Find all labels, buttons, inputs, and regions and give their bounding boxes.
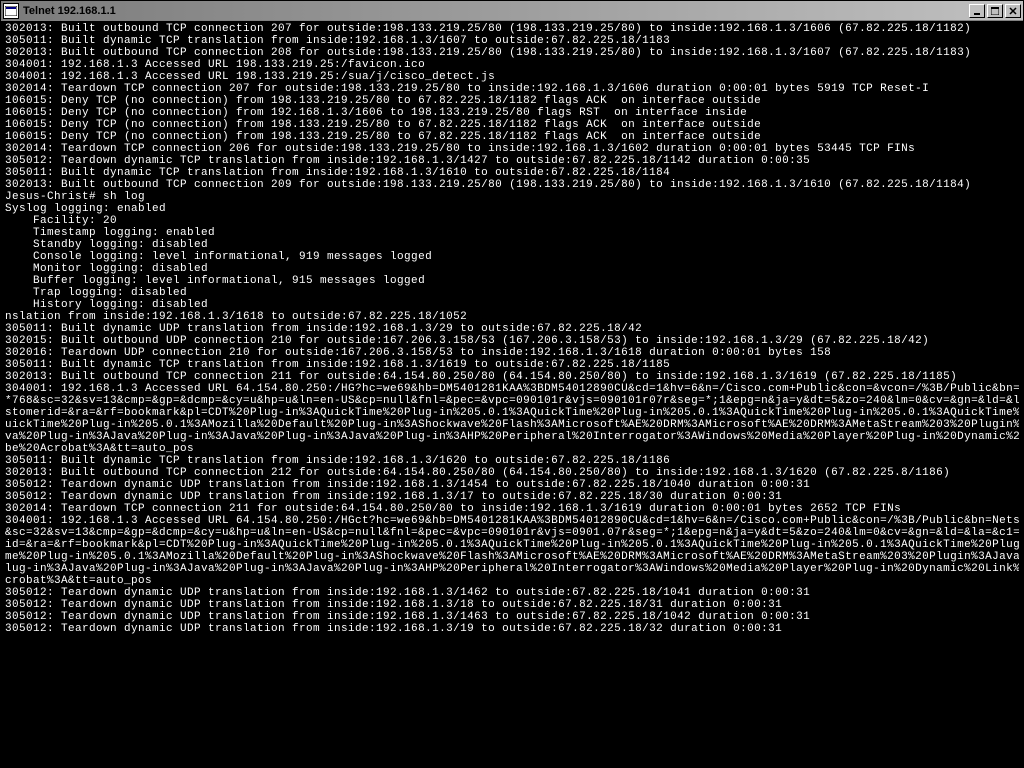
terminal-line: 305012: Teardown dynamic UDP translation… <box>5 611 1019 623</box>
terminal-line: Monitor logging: disabled <box>5 263 1019 275</box>
terminal-line: 305011: Built dynamic UDP translation fr… <box>5 323 1019 335</box>
terminal-line: 305011: Built dynamic TCP translation fr… <box>5 359 1019 371</box>
terminal-line: Console logging: level informational, 91… <box>5 251 1019 263</box>
terminal-output[interactable]: 302013: Built outbound TCP connection 20… <box>1 21 1023 767</box>
terminal-line: 304001: 192.168.1.3 Accessed URL 64.154.… <box>5 383 1019 395</box>
terminal-line: 305012: Teardown dynamic UDP translation… <box>5 491 1019 503</box>
terminal-line: 304001: 192.168.1.3 Accessed URL 64.154.… <box>5 515 1019 527</box>
terminal-line: nslation from inside:192.168.1.3/1618 to… <box>5 311 1019 323</box>
terminal-line: 305011: Built dynamic TCP translation fr… <box>5 455 1019 467</box>
titlebar: Telnet 192.168.1.1 <box>1 1 1023 21</box>
terminal-line: 302014: Teardown TCP connection 207 for … <box>5 83 1019 95</box>
terminal-line: crobat%3A&tt=auto_pos <box>5 575 1019 587</box>
terminal-line: lug-in%3AJava%20Plug-in%3AJava%20Plug-in… <box>5 563 1019 575</box>
window-title: Telnet 192.168.1.1 <box>23 5 116 17</box>
terminal-line: History logging: disabled <box>5 299 1019 311</box>
terminal-line: id=&ra=&rf=bookmark&pl=CDT%20Plug-in%3AQ… <box>5 539 1019 551</box>
terminal-line: 302013: Built outbound TCP connection 21… <box>5 467 1019 479</box>
window: Telnet 192.168.1.1 302013: Built outboun… <box>0 0 1024 768</box>
terminal-line: me%20Plug-in%205.0.1%3AMozilla%20Default… <box>5 551 1019 563</box>
terminal-line: be%20Acrobat%3A&tt=auto_pos <box>5 443 1019 455</box>
maximize-button[interactable] <box>987 4 1003 18</box>
close-button[interactable] <box>1005 4 1021 18</box>
terminal-line: 305011: Built dynamic TCP translation fr… <box>5 167 1019 179</box>
terminal-line: 302015: Built outbound UDP connection 21… <box>5 335 1019 347</box>
terminal-line: stomerid=&ra=&rf=bookmark&pl=CDT%20Plug-… <box>5 407 1019 419</box>
terminal-line: 302013: Built outbound TCP connection 20… <box>5 23 1019 35</box>
terminal-line: va%20Plug-in%3AJava%20Plug-in%3AJava%20P… <box>5 431 1019 443</box>
terminal-line: 302013: Built outbound TCP connection 20… <box>5 179 1019 191</box>
terminal-line: uickTime%20Plug-in%205.0.1%3AMozilla%20D… <box>5 419 1019 431</box>
terminal-line: &sc=32&sv=13&cmp=&gp=&dcmp=&cy=u&hp=u&ln… <box>5 527 1019 539</box>
terminal-line: Standby logging: disabled <box>5 239 1019 251</box>
terminal-line: 106015: Deny TCP (no connection) from 19… <box>5 131 1019 143</box>
terminal-line: 106015: Deny TCP (no connection) from 19… <box>5 107 1019 119</box>
terminal-line: 106015: Deny TCP (no connection) from 19… <box>5 119 1019 131</box>
terminal-line: 302014: Teardown TCP connection 211 for … <box>5 503 1019 515</box>
terminal-line: 305012: Teardown dynamic TCP translation… <box>5 155 1019 167</box>
terminal-line: 302016: Teardown UDP connection 210 for … <box>5 347 1019 359</box>
terminal-line: 106015: Deny TCP (no connection) from 19… <box>5 95 1019 107</box>
terminal-line: Buffer logging: level informational, 915… <box>5 275 1019 287</box>
terminal-line: Syslog logging: enabled <box>5 203 1019 215</box>
titlebar-left: Telnet 192.168.1.1 <box>3 3 116 19</box>
terminal-line: 305012: Teardown dynamic UDP translation… <box>5 599 1019 611</box>
terminal-line: 305011: Built dynamic TCP translation fr… <box>5 35 1019 47</box>
terminal-line: Facility: 20 <box>5 215 1019 227</box>
terminal-line: Jesus-Christ# sh log <box>5 191 1019 203</box>
terminal-line: 305012: Teardown dynamic UDP translation… <box>5 479 1019 491</box>
minimize-button[interactable] <box>969 4 985 18</box>
terminal-line: 302013: Built outbound TCP connection 21… <box>5 371 1019 383</box>
terminal-line: 305012: Teardown dynamic UDP translation… <box>5 587 1019 599</box>
terminal-line: *768&sc=32&sv=13&cmp=&gp=&dcmp=&cy=u&hp=… <box>5 395 1019 407</box>
terminal-line: Trap logging: disabled <box>5 287 1019 299</box>
terminal-line: 302013: Built outbound TCP connection 20… <box>5 47 1019 59</box>
terminal-line: Timestamp logging: enabled <box>5 227 1019 239</box>
app-icon <box>3 3 19 19</box>
terminal-line: 304001: 192.168.1.3 Accessed URL 198.133… <box>5 71 1019 83</box>
terminal-line: 305012: Teardown dynamic UDP translation… <box>5 623 1019 635</box>
titlebar-buttons <box>969 4 1021 18</box>
terminal-line: 302014: Teardown TCP connection 206 for … <box>5 143 1019 155</box>
terminal-line: 304001: 192.168.1.3 Accessed URL 198.133… <box>5 59 1019 71</box>
